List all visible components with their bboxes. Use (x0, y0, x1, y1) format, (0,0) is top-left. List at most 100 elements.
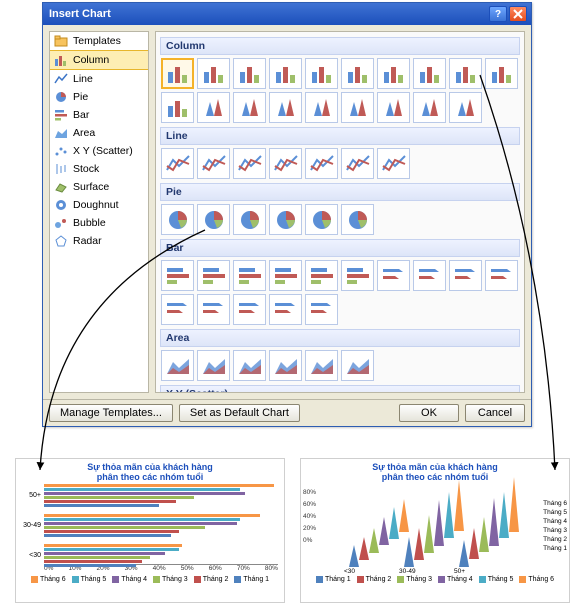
preview2-plot: <3030-4950+ (309, 482, 561, 574)
chart-thumbnail[interactable] (197, 92, 230, 123)
chart-thumbnail[interactable] (197, 204, 230, 235)
chart-thumbnail[interactable] (269, 58, 302, 89)
chart-thumbnail[interactable] (269, 204, 302, 235)
chart-thumbnail[interactable] (269, 260, 302, 291)
preview1-plot: 0%10%20%30%40%50%60%70%80% 50+30-49<30 (16, 482, 284, 574)
chart-thumbnail[interactable] (377, 58, 410, 89)
chart-type-sidebar: Templates Column Line Pie Bar Area (49, 31, 149, 393)
sidebar-item-line[interactable]: Line (50, 70, 148, 88)
chart-thumbnail[interactable] (269, 350, 302, 381)
chart-thumbnail[interactable] (341, 92, 374, 123)
chart-thumbnail[interactable] (197, 350, 230, 381)
line-chart-icon (54, 72, 68, 86)
chart-gallery[interactable]: ColumnLinePieBarAreaX Y (Scatter)Stock (155, 31, 525, 393)
chart-thumbnail[interactable] (413, 260, 446, 291)
chart-thumbnail[interactable] (161, 350, 194, 381)
chart-thumbnail[interactable] (305, 350, 338, 381)
chart-thumbnail[interactable] (197, 260, 230, 291)
chart-thumbnail[interactable] (305, 58, 338, 89)
chart-thumbnail[interactable] (161, 294, 194, 325)
area-chart-icon (54, 126, 68, 140)
chart-thumbnail[interactable] (413, 92, 446, 123)
chart-thumbnail[interactable] (269, 294, 302, 325)
chart-thumbnail[interactable] (341, 148, 374, 179)
chart-thumbnail[interactable] (197, 294, 230, 325)
dialog-title: Insert Chart (49, 8, 487, 20)
chart-thumbnail[interactable] (305, 204, 338, 235)
sidebar-item-label: Column (73, 54, 109, 66)
chart-thumbnail[interactable] (161, 204, 194, 235)
chart-thumbnail[interactable] (341, 260, 374, 291)
chart-thumbnail[interactable] (233, 294, 266, 325)
category-header: Area (160, 329, 520, 347)
sidebar-item-column[interactable]: Column (50, 50, 148, 70)
category-header: X Y (Scatter) (160, 385, 520, 393)
chart-thumbnail[interactable] (341, 350, 374, 381)
close-button[interactable] (509, 6, 527, 22)
cancel-button[interactable]: Cancel (465, 404, 525, 422)
chart-thumbnail[interactable] (305, 92, 338, 123)
chart-thumbnail[interactable] (161, 92, 194, 123)
chart-thumbnail[interactable] (161, 148, 194, 179)
sidebar-item-templates[interactable]: Templates (50, 32, 148, 50)
chart-thumbnail[interactable] (449, 260, 482, 291)
sidebar-item-area[interactable]: Area (50, 124, 148, 142)
set-default-chart-button[interactable]: Set as Default Chart (179, 404, 300, 422)
chart-thumbnail[interactable] (197, 58, 230, 89)
chart-thumbnail[interactable] (197, 148, 230, 179)
chart-thumbnail[interactable] (305, 294, 338, 325)
chart-thumbnail[interactable] (485, 58, 518, 89)
chart-thumbnail[interactable] (233, 58, 266, 89)
chart-thumbnail[interactable] (377, 260, 410, 291)
sidebar-item-bubble[interactable]: Bubble (50, 214, 148, 232)
category-header: Bar (160, 239, 520, 257)
chart-thumbnail[interactable] (269, 148, 302, 179)
manage-templates-button[interactable]: Manage Templates... (49, 404, 173, 422)
chart-thumbnail[interactable] (161, 58, 194, 89)
preview1-subtitle: phân theo các nhóm tuổi (16, 472, 284, 482)
sidebar-item-surface[interactable]: Surface (50, 178, 148, 196)
column-chart-icon (54, 53, 68, 67)
sidebar-item-label: X Y (Scatter) (73, 145, 133, 157)
chart-thumbnail[interactable] (449, 58, 482, 89)
chart-thumbnail[interactable] (269, 92, 302, 123)
chart-thumbnail[interactable] (341, 204, 374, 235)
preview1-legend: Tháng 6Tháng 5Tháng 4Tháng 3Tháng 2Tháng… (16, 574, 284, 585)
sidebar-item-label: Area (73, 127, 95, 139)
sidebar-item-scatter[interactable]: X Y (Scatter) (50, 142, 148, 160)
sidebar-item-label: Radar (73, 235, 102, 247)
chart-thumbnail[interactable] (233, 204, 266, 235)
chart-thumbnail[interactable] (377, 148, 410, 179)
chart-thumbnail[interactable] (413, 58, 446, 89)
chart-thumbnail[interactable] (233, 350, 266, 381)
chart-thumbnail[interactable] (233, 260, 266, 291)
sidebar-item-radar[interactable]: Radar (50, 232, 148, 250)
sidebar-item-label: Bar (73, 109, 89, 121)
titlebar: Insert Chart ? (43, 3, 531, 25)
sidebar-item-bar[interactable]: Bar (50, 106, 148, 124)
sidebar-item-doughnut[interactable]: Doughnut (50, 196, 148, 214)
bar-chart-icon (54, 108, 68, 122)
sidebar-item-label: Stock (73, 163, 99, 175)
sidebar-item-pie[interactable]: Pie (50, 88, 148, 106)
doughnut-chart-icon (54, 198, 68, 212)
sidebar-item-label: Bubble (73, 217, 106, 229)
preview2-legend: Tháng 1Tháng 2Tháng 3Tháng 4Tháng 5Tháng… (301, 574, 569, 585)
chart-thumbnail[interactable] (305, 260, 338, 291)
help-button[interactable]: ? (489, 6, 507, 22)
chart-thumbnail[interactable] (161, 260, 194, 291)
chart-thumbnail[interactable] (485, 260, 518, 291)
sidebar-item-stock[interactable]: Stock (50, 160, 148, 178)
preview2-subtitle: phân theo các nhóm tuổi (301, 472, 569, 482)
chart-thumbnail[interactable] (377, 92, 410, 123)
chart-thumbnail[interactable] (305, 148, 338, 179)
chart-thumbnail[interactable] (233, 92, 266, 123)
surface-chart-icon (54, 180, 68, 194)
chart-thumbnail[interactable] (449, 92, 482, 123)
sidebar-item-label: Line (73, 73, 93, 85)
ok-button[interactable]: OK (399, 404, 459, 422)
sidebar-item-label: Pie (73, 91, 88, 103)
chart-thumbnail[interactable] (341, 58, 374, 89)
chart-thumbnail[interactable] (233, 148, 266, 179)
scatter-chart-icon (54, 144, 68, 158)
